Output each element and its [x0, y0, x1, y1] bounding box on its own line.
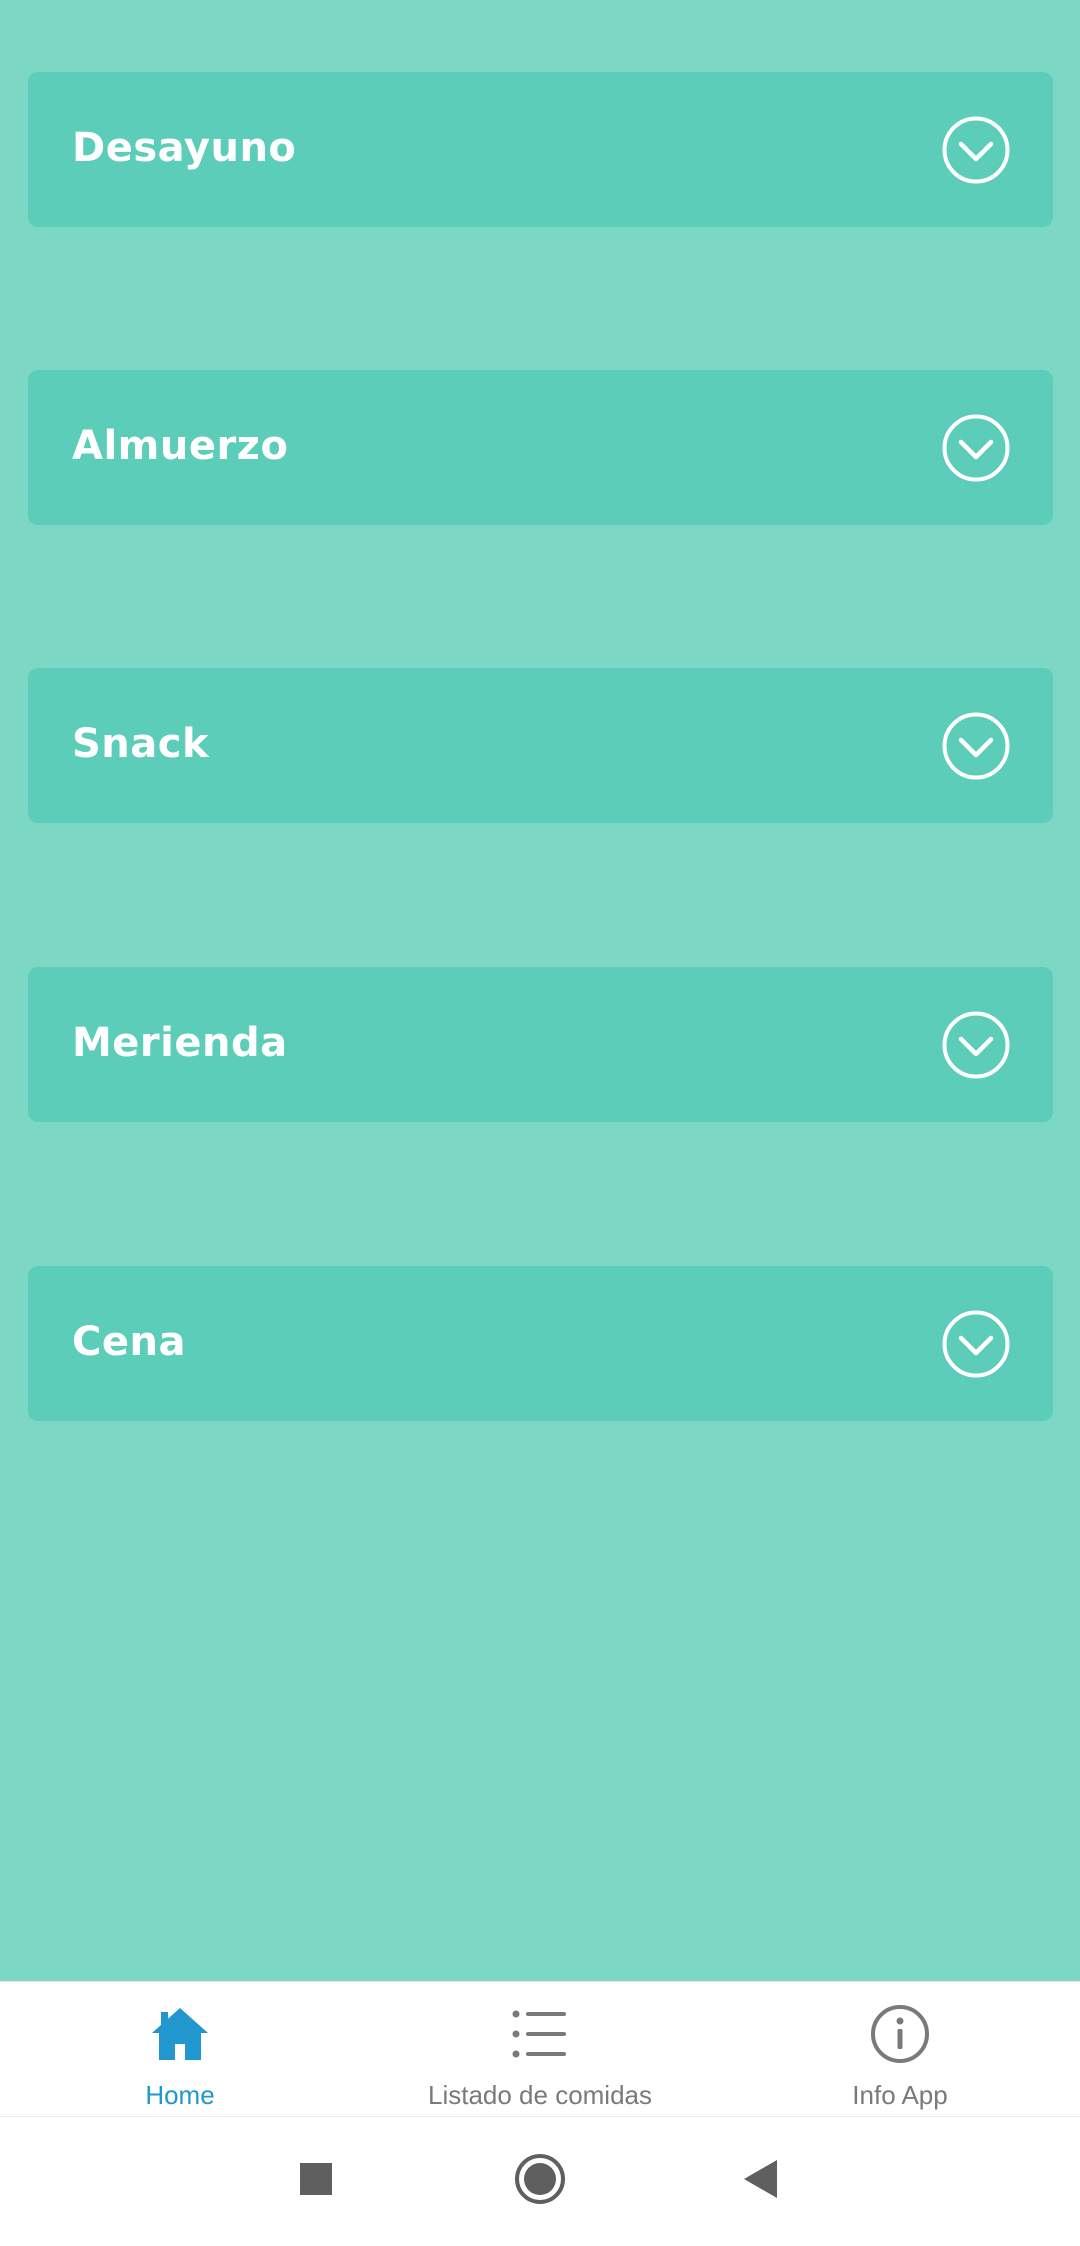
meal-card-snack[interactable]: Snack: [28, 668, 1053, 823]
meal-card-label: Merienda: [72, 1019, 288, 1066]
nav-label-home: Home: [145, 2080, 215, 2110]
meal-card-label: Snack: [72, 720, 210, 767]
nav-label-listado-de-comidas: Listado de comidas: [427, 2080, 653, 2110]
back-triangle-icon[interactable]: [732, 2149, 792, 2209]
meal-card-label: Desayuno: [72, 124, 297, 171]
home-circle-icon[interactable]: [510, 2149, 570, 2209]
chevron-down-circle-icon[interactable]: [941, 413, 1011, 483]
meal-card-merienda[interactable]: Merienda: [28, 967, 1053, 1122]
list-icon: [512, 2010, 566, 2058]
meal-card-label: Almuerzo: [72, 422, 289, 469]
recents-square-icon[interactable]: [286, 2149, 346, 2209]
chevron-down-circle-icon[interactable]: [941, 115, 1011, 185]
info-icon: [871, 2005, 929, 2063]
nav-label-info-app: Info App: [852, 2080, 948, 2110]
bottom-navigation-bar: Home Listado de comidas Info App: [0, 1981, 1080, 2116]
meal-card-cena[interactable]: Cena: [28, 1266, 1053, 1421]
meal-card-almuerzo[interactable]: Almuerzo: [28, 370, 1053, 525]
meal-card-desayuno[interactable]: Desayuno: [28, 72, 1053, 227]
chevron-down-circle-icon[interactable]: [941, 1010, 1011, 1080]
meal-card-label: Cena: [72, 1318, 186, 1365]
chevron-down-circle-icon[interactable]: [941, 1309, 1011, 1379]
home-icon: [152, 2008, 208, 2060]
system-navigation-bar: [0, 2116, 1080, 2246]
meals-screen: Desayuno Almuerzo Snack Merienda Cena: [0, 0, 1080, 1981]
nav-item-home[interactable]: Home: [0, 1982, 360, 2117]
chevron-down-circle-icon[interactable]: [941, 711, 1011, 781]
nav-item-listado-de-comidas[interactable]: Listado de comidas: [360, 1982, 720, 2117]
nav-item-info-app[interactable]: Info App: [720, 1982, 1080, 2117]
